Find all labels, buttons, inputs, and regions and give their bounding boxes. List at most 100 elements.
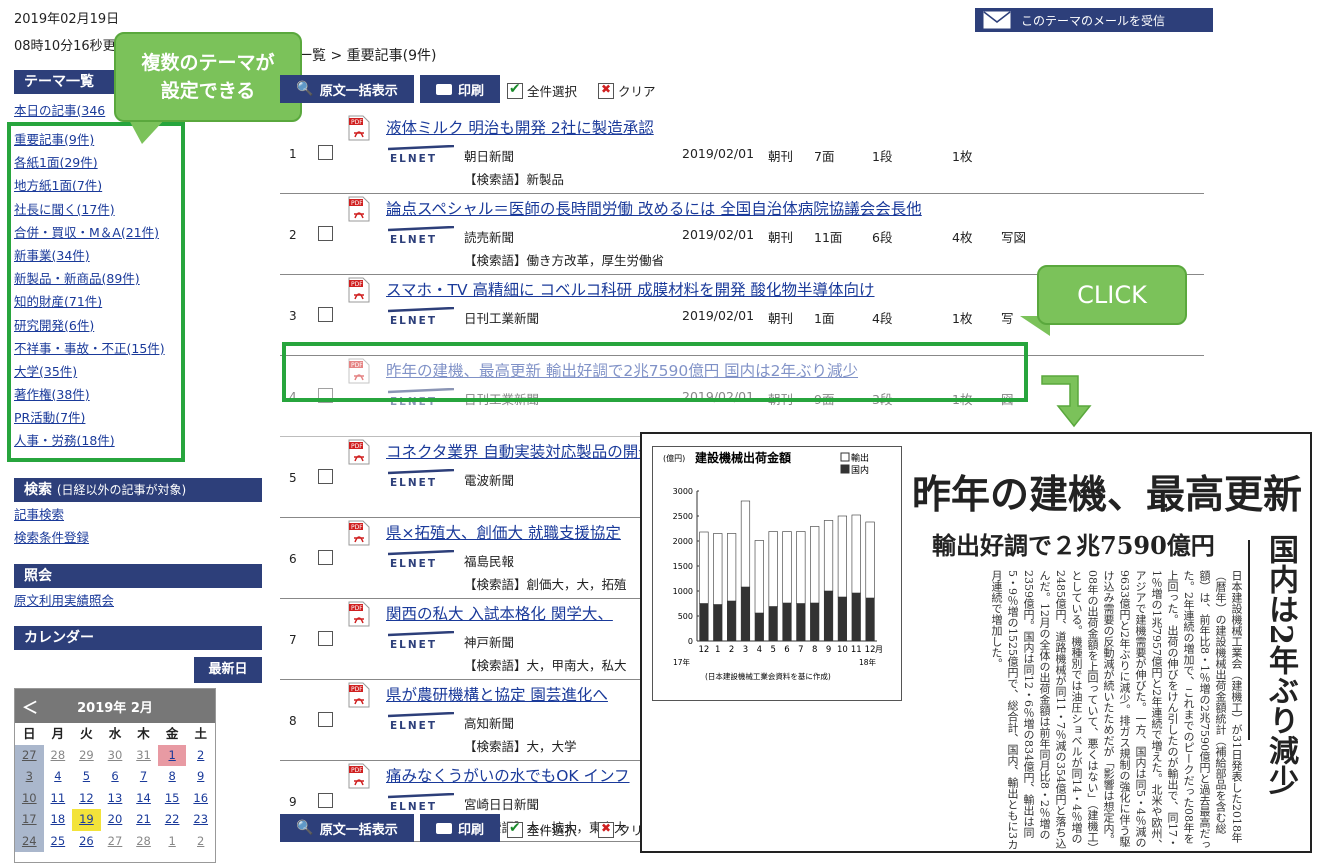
article-title-link[interactable]: スマホ・TV 高精細に コベルコ科研 成膜材料を開発 酸化物半導体向け <box>386 278 875 300</box>
calendar-day[interactable]: 24 <box>15 830 44 852</box>
article-title-link[interactable]: 関西の私大 入試本格化 関学大、 <box>386 602 613 624</box>
today-articles-link[interactable]: 本日の記事(346 <box>14 100 105 119</box>
calendar-day[interactable]: 10 <box>15 787 44 809</box>
article-checkbox[interactable] <box>318 793 333 808</box>
svg-text:ELNET: ELNET <box>390 801 437 813</box>
print-button[interactable]: 印刷 <box>420 75 500 103</box>
article-checkbox[interactable] <box>318 145 333 160</box>
article-title-link[interactable]: 痛みなくうがいの水でもOK インフ <box>386 764 630 786</box>
article-checkbox[interactable] <box>318 307 333 322</box>
elnet-logo: ELNET <box>387 630 455 651</box>
article-title-link[interactable]: 県が農研機構と協定 園芸進化へ <box>386 683 608 705</box>
article-title-link[interactable]: 論点スペシャル＝医師の長時間労働 改めるには 全国自治体病院協議会会長他 <box>386 197 922 219</box>
x-tick-label: 12 <box>699 645 710 655</box>
pdf-icon[interactable]: PDF <box>348 763 370 789</box>
calendar-day[interactable]: 7 <box>129 766 158 788</box>
elnet-logo: ELNET <box>387 144 455 165</box>
calendar-day[interactable]: 18 <box>44 809 73 831</box>
svg-text:ELNET: ELNET <box>390 720 437 732</box>
calendar-day[interactable]: 3 <box>15 766 44 788</box>
calendar-day[interactable]: 31 <box>129 745 158 767</box>
clear-button[interactable]: クリア <box>598 81 656 100</box>
search-condition-link[interactable]: 検索条件登録 <box>14 527 89 546</box>
calendar-day[interactable]: 27 <box>101 831 130 853</box>
article-checkbox[interactable] <box>318 631 333 646</box>
calendar-day[interactable]: 25 <box>44 831 73 853</box>
article-source: 朝日新聞 <box>464 149 515 164</box>
calendar-day[interactable]: 27 <box>15 744 44 766</box>
show-all-originals-label: 原文一括表示 <box>319 822 398 838</box>
calendar-day[interactable]: 14 <box>129 788 158 810</box>
calendar-day[interactable]: 20 <box>101 809 130 831</box>
newspaper-vertical-headline: 国内は2年ぶり減少 <box>1263 534 1298 795</box>
calendar-day[interactable]: 21 <box>129 809 158 831</box>
print-button-bottom[interactable]: 印刷 <box>420 814 500 842</box>
mail-subscribe-button[interactable]: このテーマのメールを受信 <box>975 8 1213 32</box>
calendar-day[interactable]: 1 <box>158 831 187 853</box>
clear-x-icon <box>598 821 614 838</box>
calendar-day[interactable]: 28 <box>129 831 158 853</box>
calendar-day[interactable]: 6 <box>101 766 130 788</box>
pdf-icon[interactable]: PDF <box>348 277 370 303</box>
calendar-day[interactable]: 28 <box>44 745 73 767</box>
latest-day-button[interactable]: 最新日 <box>194 657 262 683</box>
legend-label-export: 輸出 <box>851 452 869 464</box>
article-search-link[interactable]: 記事検索 <box>14 504 64 523</box>
pdf-icon[interactable]: PDF <box>348 601 370 627</box>
show-all-originals-button[interactable]: 🔍 原文一括表示 <box>280 75 414 103</box>
pdf-icon[interactable]: PDF <box>348 682 370 708</box>
calendar-day[interactable]: 13 <box>101 788 130 810</box>
article-title-link[interactable]: 液体ミルク 明治も開発 2社に製造承認 <box>386 116 654 138</box>
usage-reference-link[interactable]: 原文利用実績照会 <box>14 590 114 609</box>
article-edition: 朝刊 <box>768 311 794 326</box>
calendar-day[interactable]: 2 <box>186 745 215 767</box>
calendar-day[interactable]: 16 <box>186 788 215 810</box>
article-checkbox[interactable] <box>318 469 333 484</box>
calendar-day[interactable]: 26 <box>72 831 101 853</box>
calendar-day[interactable]: 29 <box>72 745 101 767</box>
calendar-day[interactable]: 15 <box>158 788 187 810</box>
bar-domestic <box>727 600 737 642</box>
calendar-day[interactable]: 12 <box>72 788 101 810</box>
pdf-icon[interactable]: PDF <box>348 439 370 465</box>
prev-month-button[interactable]: ＜ <box>15 694 45 718</box>
bar-domestic <box>768 606 778 642</box>
select-all-button-bottom[interactable]: 全件選択 <box>507 820 577 839</box>
select-all-button[interactable]: 全件選択 <box>507 81 577 100</box>
calendar-day[interactable]: 1 <box>157 744 187 766</box>
calendar-day[interactable]: 23 <box>186 809 215 831</box>
article-checkbox[interactable] <box>318 550 333 565</box>
bar-domestic <box>782 602 792 642</box>
article-checkbox[interactable] <box>318 712 333 727</box>
calendar-day[interactable]: 4 <box>44 766 73 788</box>
article-checkbox[interactable] <box>318 226 333 241</box>
bar-export <box>754 540 764 614</box>
bar-domestic <box>754 612 764 642</box>
themes-callout-line-1: 複数のテーマが <box>141 52 275 74</box>
newspaper-headline: 昨年の建機、最高更新 <box>912 472 1303 518</box>
down-arrow-icon <box>1041 375 1092 428</box>
calendar-day[interactable]: 9 <box>186 766 215 788</box>
article-keywords: 【検索語】新製品 <box>464 172 565 187</box>
pdf-icon[interactable]: PDF <box>348 115 370 141</box>
pdf-icon[interactable]: PDF <box>348 520 370 546</box>
calendar-month-title: 2019年 2月 <box>77 700 153 716</box>
calendar-day[interactable]: 19 <box>72 809 101 831</box>
calendar-day[interactable]: 30 <box>101 745 130 767</box>
clear-button-bottom[interactable]: クリ <box>598 820 643 839</box>
calendar-day[interactable]: 11 <box>44 788 73 810</box>
calendar-day[interactable]: 8 <box>158 766 187 788</box>
pdf-icon[interactable]: PDF <box>348 196 370 222</box>
svg-text:ELNET: ELNET <box>390 558 437 570</box>
show-all-originals-button-bottom[interactable]: 🔍 原文一括表示 <box>280 814 414 842</box>
article-title-link[interactable]: 県×拓殖大、創価大 就職支援協定 <box>386 521 621 543</box>
calendar-day[interactable]: 17 <box>15 809 44 831</box>
elnet-logo: ELNET <box>387 468 455 489</box>
checkmark-icon <box>507 820 523 838</box>
calendar-day[interactable]: 2 <box>186 831 215 853</box>
svg-text:PDF: PDF <box>351 686 363 693</box>
calendar-day[interactable]: 5 <box>72 766 101 788</box>
svg-text:PDF: PDF <box>351 443 363 450</box>
article-number: 2 <box>289 228 297 242</box>
calendar-day[interactable]: 22 <box>158 809 187 831</box>
